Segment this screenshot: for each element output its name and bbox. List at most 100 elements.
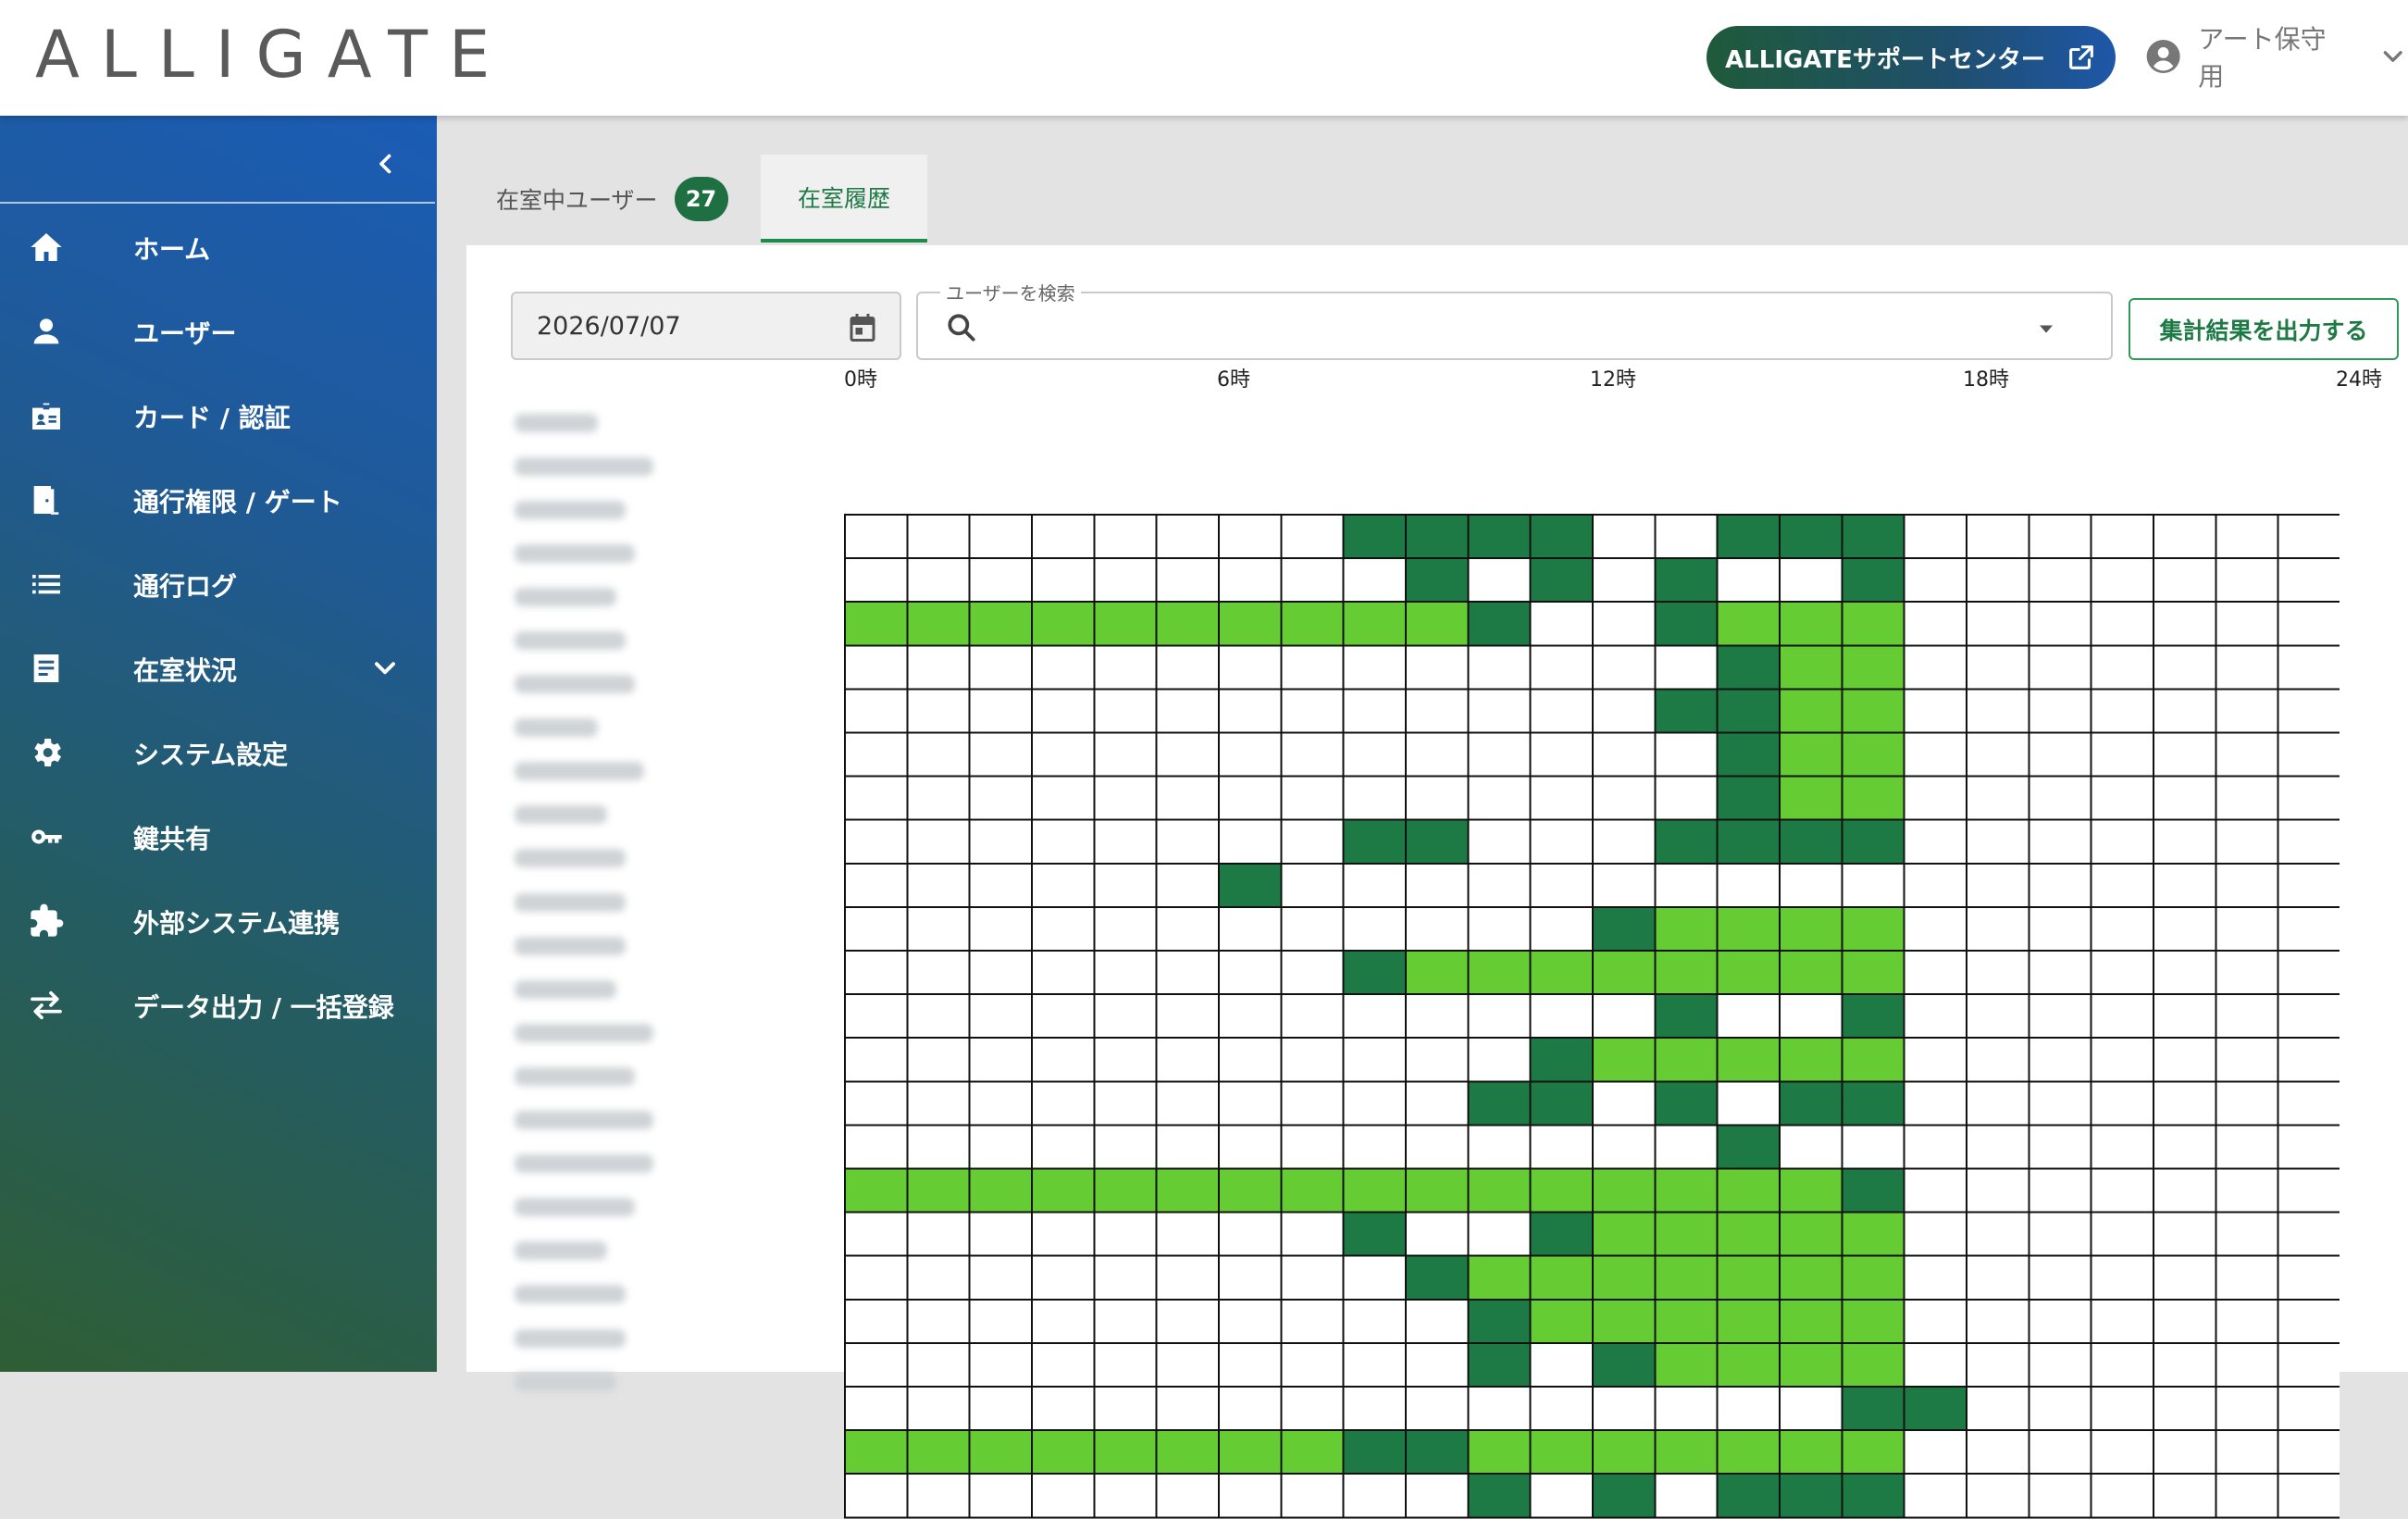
sidebar-item-access-gate[interactable]: 通行権限 / ゲート [0,456,437,541]
heatmap-cell [2028,950,2092,996]
heatmap-cell [2153,1298,2217,1344]
heatmap-cell [1841,1386,1905,1432]
app-header: ALLIGATE ALLIGATEサポートセンター アート保守用 [0,0,2408,116]
heatmap-cell [1093,1167,1158,1214]
heatmap-cell [2090,1167,2154,1214]
heatmap-cell [1716,1167,1781,1214]
alligate-logo[interactable]: ALLIGATE [35,17,511,93]
heatmap-cell [906,644,971,691]
puzzle-icon [31,903,64,937]
heatmap-cell [1093,1211,1158,1257]
heatmap-cell [1280,1386,1345,1432]
sidebar-item-label: 鍵共有 [133,824,212,854]
heatmap-cell [1155,644,1221,691]
sidebar-item-data-export-import[interactable]: データ出力 / 一括登録 [0,962,437,1046]
heatmap-cell [1093,905,1158,952]
heatmap-cell [906,1167,971,1214]
dropdown-arrow-icon[interactable] [2033,316,2059,342]
heatmap-cell [1093,993,1158,1040]
heatmap-cell [1405,514,1470,560]
heatmap-cell [1841,1341,1905,1388]
heatmap-cell [2028,1386,2092,1432]
heatmap-cell [1529,993,1595,1040]
heatmap-cell [1779,1341,1843,1388]
heatmap-cell [2277,1254,2340,1301]
export-summary-button[interactable]: 集計結果を出力する [2129,298,2399,360]
heatmap-cell [968,731,1033,778]
heatmap-cell [2277,1080,2340,1127]
heatmap-cell [1405,775,1470,821]
sidebar-item-access-log[interactable]: 通行ログ [0,541,437,625]
heatmap-cell [2215,1124,2279,1170]
heatmap-cell [1529,514,1595,560]
sidebar-item-occupancy[interactable]: 在室状況 [0,625,437,709]
heatmap-cell [1903,1211,1967,1257]
heatmap-cell [1592,1167,1657,1214]
heatmap-cell [906,1341,971,1388]
heatmap-cell [2215,818,2279,865]
heatmap-cell [1467,905,1532,952]
collapse-sidebar-button[interactable] [366,143,406,184]
heatmap-cell [1779,1080,1843,1127]
heatmap-cell [2277,993,2340,1040]
heatmap-cell [2028,1037,2092,1083]
sidebar-item-system-settings[interactable]: システム設定 [0,709,437,793]
sidebar-item-home[interactable]: ホーム [0,204,437,288]
heatmap-cell [1093,688,1158,734]
user-search-box[interactable]: ユーザーを検索 [916,279,2113,360]
sidebar-item-label: 通行権限 / ゲート [133,487,342,517]
user-name-row [515,706,672,750]
sidebar-item-external-integration[interactable]: 外部システム連携 [0,878,437,962]
heatmap-cell [2277,775,2340,821]
sidebar-item-key-sharing[interactable]: 鍵共有 [0,793,437,878]
heatmap-cell [1592,1298,1657,1344]
support-center-button[interactable]: ALLIGATEサポートセンター [1707,26,2116,89]
heatmap-cell [906,1254,971,1301]
heatmap-cell [844,1037,909,1083]
heatmap-cell [906,993,971,1040]
heatmap-cell [1841,1124,1905,1170]
user-menu[interactable]: アート保守用 [2145,24,2408,92]
sidebar-item-cards[interactable]: カード / 認証 [0,372,437,456]
heatmap-cell [1405,1298,1470,1344]
heatmap-cell [2215,557,2279,604]
heatmap-cell [1529,1298,1595,1344]
heatmap-cell [1031,644,1096,691]
sidebar-item-label: ホーム [133,234,211,265]
heatmap-cell [1093,1124,1158,1170]
heatmap-cell [1654,993,1719,1040]
heatmap-cell [1779,688,1843,734]
user-name-row [515,575,672,618]
heatmap-cell [1529,775,1595,821]
heatmap-cell [2215,1167,2279,1214]
key-icon [31,829,62,844]
heatmap-cell [1405,1211,1470,1257]
heatmap-cell [2215,1473,2279,1519]
heatmap-cell [1779,731,1843,778]
sidebar-item-users[interactable]: ユーザー [0,288,437,372]
redacted-user-name [515,631,626,651]
heatmap-cell [844,1473,909,1519]
heatmap-cell [1779,1429,1843,1475]
heatmap-cell [1654,775,1719,821]
heatmap-cell [1467,1429,1532,1475]
heatmap-cell [1405,601,1470,647]
tab-current-occupants[interactable]: 在室中ユーザー 27 [437,155,761,243]
heatmap-cell [1342,1254,1408,1301]
heatmap-cell [1218,1298,1283,1344]
heatmap-cell [1342,557,1408,604]
user-name-row [515,531,672,575]
search-input[interactable] [996,305,1995,349]
hour-label-12: 12時 [1590,368,1636,392]
date-picker-field[interactable]: 2026/07/07 [511,292,901,360]
heatmap-cell [844,644,909,691]
heatmap-cell [1654,818,1719,865]
heatmap-cell [1716,1254,1781,1301]
heatmap-cell [1405,1254,1470,1301]
heatmap-cell [1592,1341,1657,1388]
heatmap-cell [1280,514,1345,560]
tab-occupancy-history[interactable]: 在室履歴 [761,155,927,243]
heatmap-cell [968,1473,1033,1519]
heatmap-cell [844,1211,909,1257]
hour-label-6: 6時 [1217,368,1250,392]
